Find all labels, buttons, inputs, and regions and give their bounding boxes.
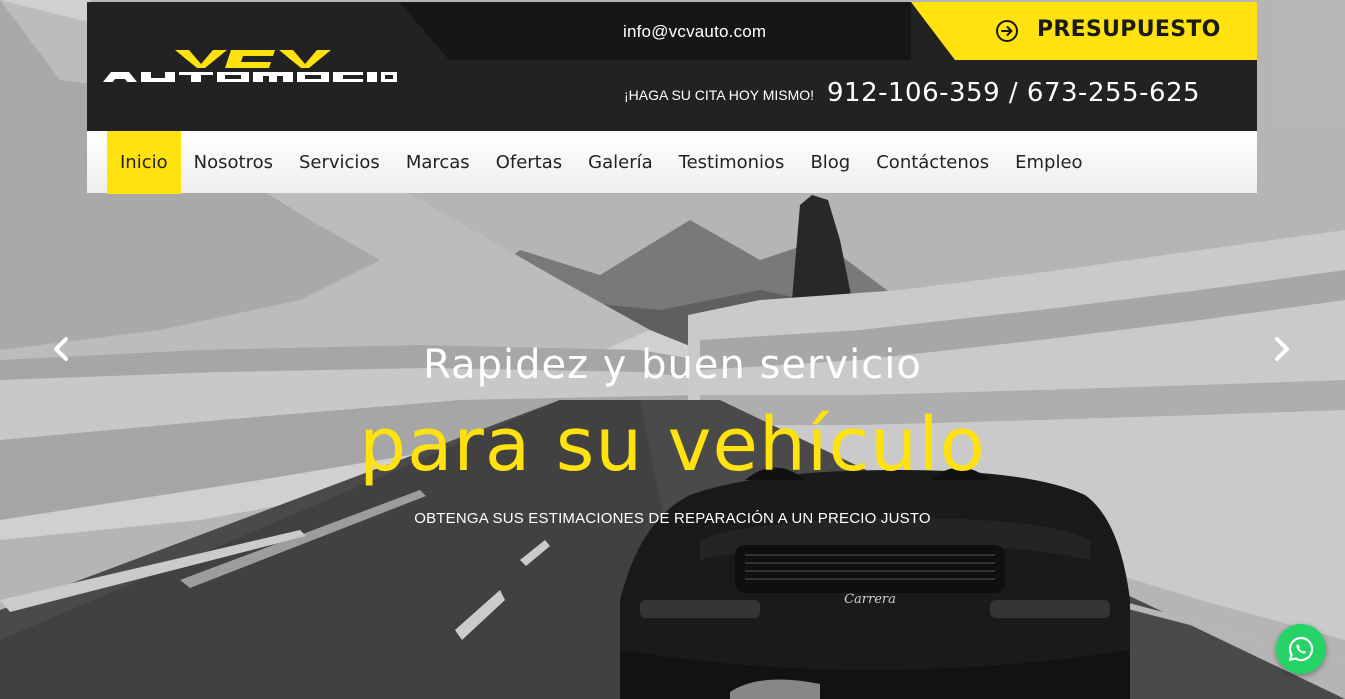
nav-item-blog[interactable]: Blog bbox=[797, 131, 863, 193]
phone-numbers[interactable]: 912-106-359 / 673-255-625 bbox=[827, 78, 1200, 108]
page: info@vcvauto.com PRESUPUESTO ¡HAGA SU CI… bbox=[0, 0, 1345, 699]
brand-logo[interactable] bbox=[97, 46, 397, 90]
quote-button-label: PRESUPUESTO bbox=[1037, 17, 1221, 42]
site-header: info@vcvauto.com PRESUPUESTO ¡HAGA SU CI… bbox=[87, 2, 1257, 131]
nav-item-testimonios[interactable]: Testimonios bbox=[666, 131, 798, 193]
slide-title: Rapidez y buen servicio bbox=[423, 342, 922, 388]
slide-subtitle: OBTENGA SUS ESTIMACIONES DE REPARACIÓN A… bbox=[414, 510, 931, 527]
chevron-left-icon[interactable] bbox=[47, 334, 77, 364]
nav-item-marcas[interactable]: Marcas bbox=[393, 131, 483, 193]
slide-highlight: para su vehículo bbox=[359, 402, 986, 488]
appointment-label: ¡HAGA SU CITA HOY MISMO! bbox=[624, 87, 815, 103]
nav-item-galeria[interactable]: Galería bbox=[575, 131, 666, 193]
quote-button[interactable]: PRESUPUESTO bbox=[911, 2, 1257, 60]
nav-item-servicios[interactable]: Servicios bbox=[286, 131, 393, 193]
contact-strip-edge bbox=[399, 2, 459, 60]
email-link[interactable]: info@vcvauto.com bbox=[623, 22, 766, 42]
arrow-circle-right-icon bbox=[996, 20, 1018, 42]
nav-item-ofertas[interactable]: Ofertas bbox=[483, 131, 575, 193]
nav-item-inicio[interactable]: Inicio bbox=[107, 131, 181, 194]
nav-item-empleo[interactable]: Empleo bbox=[1002, 131, 1095, 193]
chevron-right-icon[interactable] bbox=[1266, 334, 1296, 364]
nav-item-contactenos[interactable]: Contáctenos bbox=[863, 131, 1002, 193]
main-nav: Inicio Nosotros Servicios Marcas Ofertas… bbox=[87, 131, 1257, 194]
whatsapp-button[interactable] bbox=[1276, 624, 1326, 674]
whatsapp-icon bbox=[1288, 636, 1314, 662]
car-badge: Carrera bbox=[844, 592, 896, 607]
car-badge-text: Carrera bbox=[844, 592, 896, 607]
nav-item-nosotros[interactable]: Nosotros bbox=[181, 131, 286, 193]
